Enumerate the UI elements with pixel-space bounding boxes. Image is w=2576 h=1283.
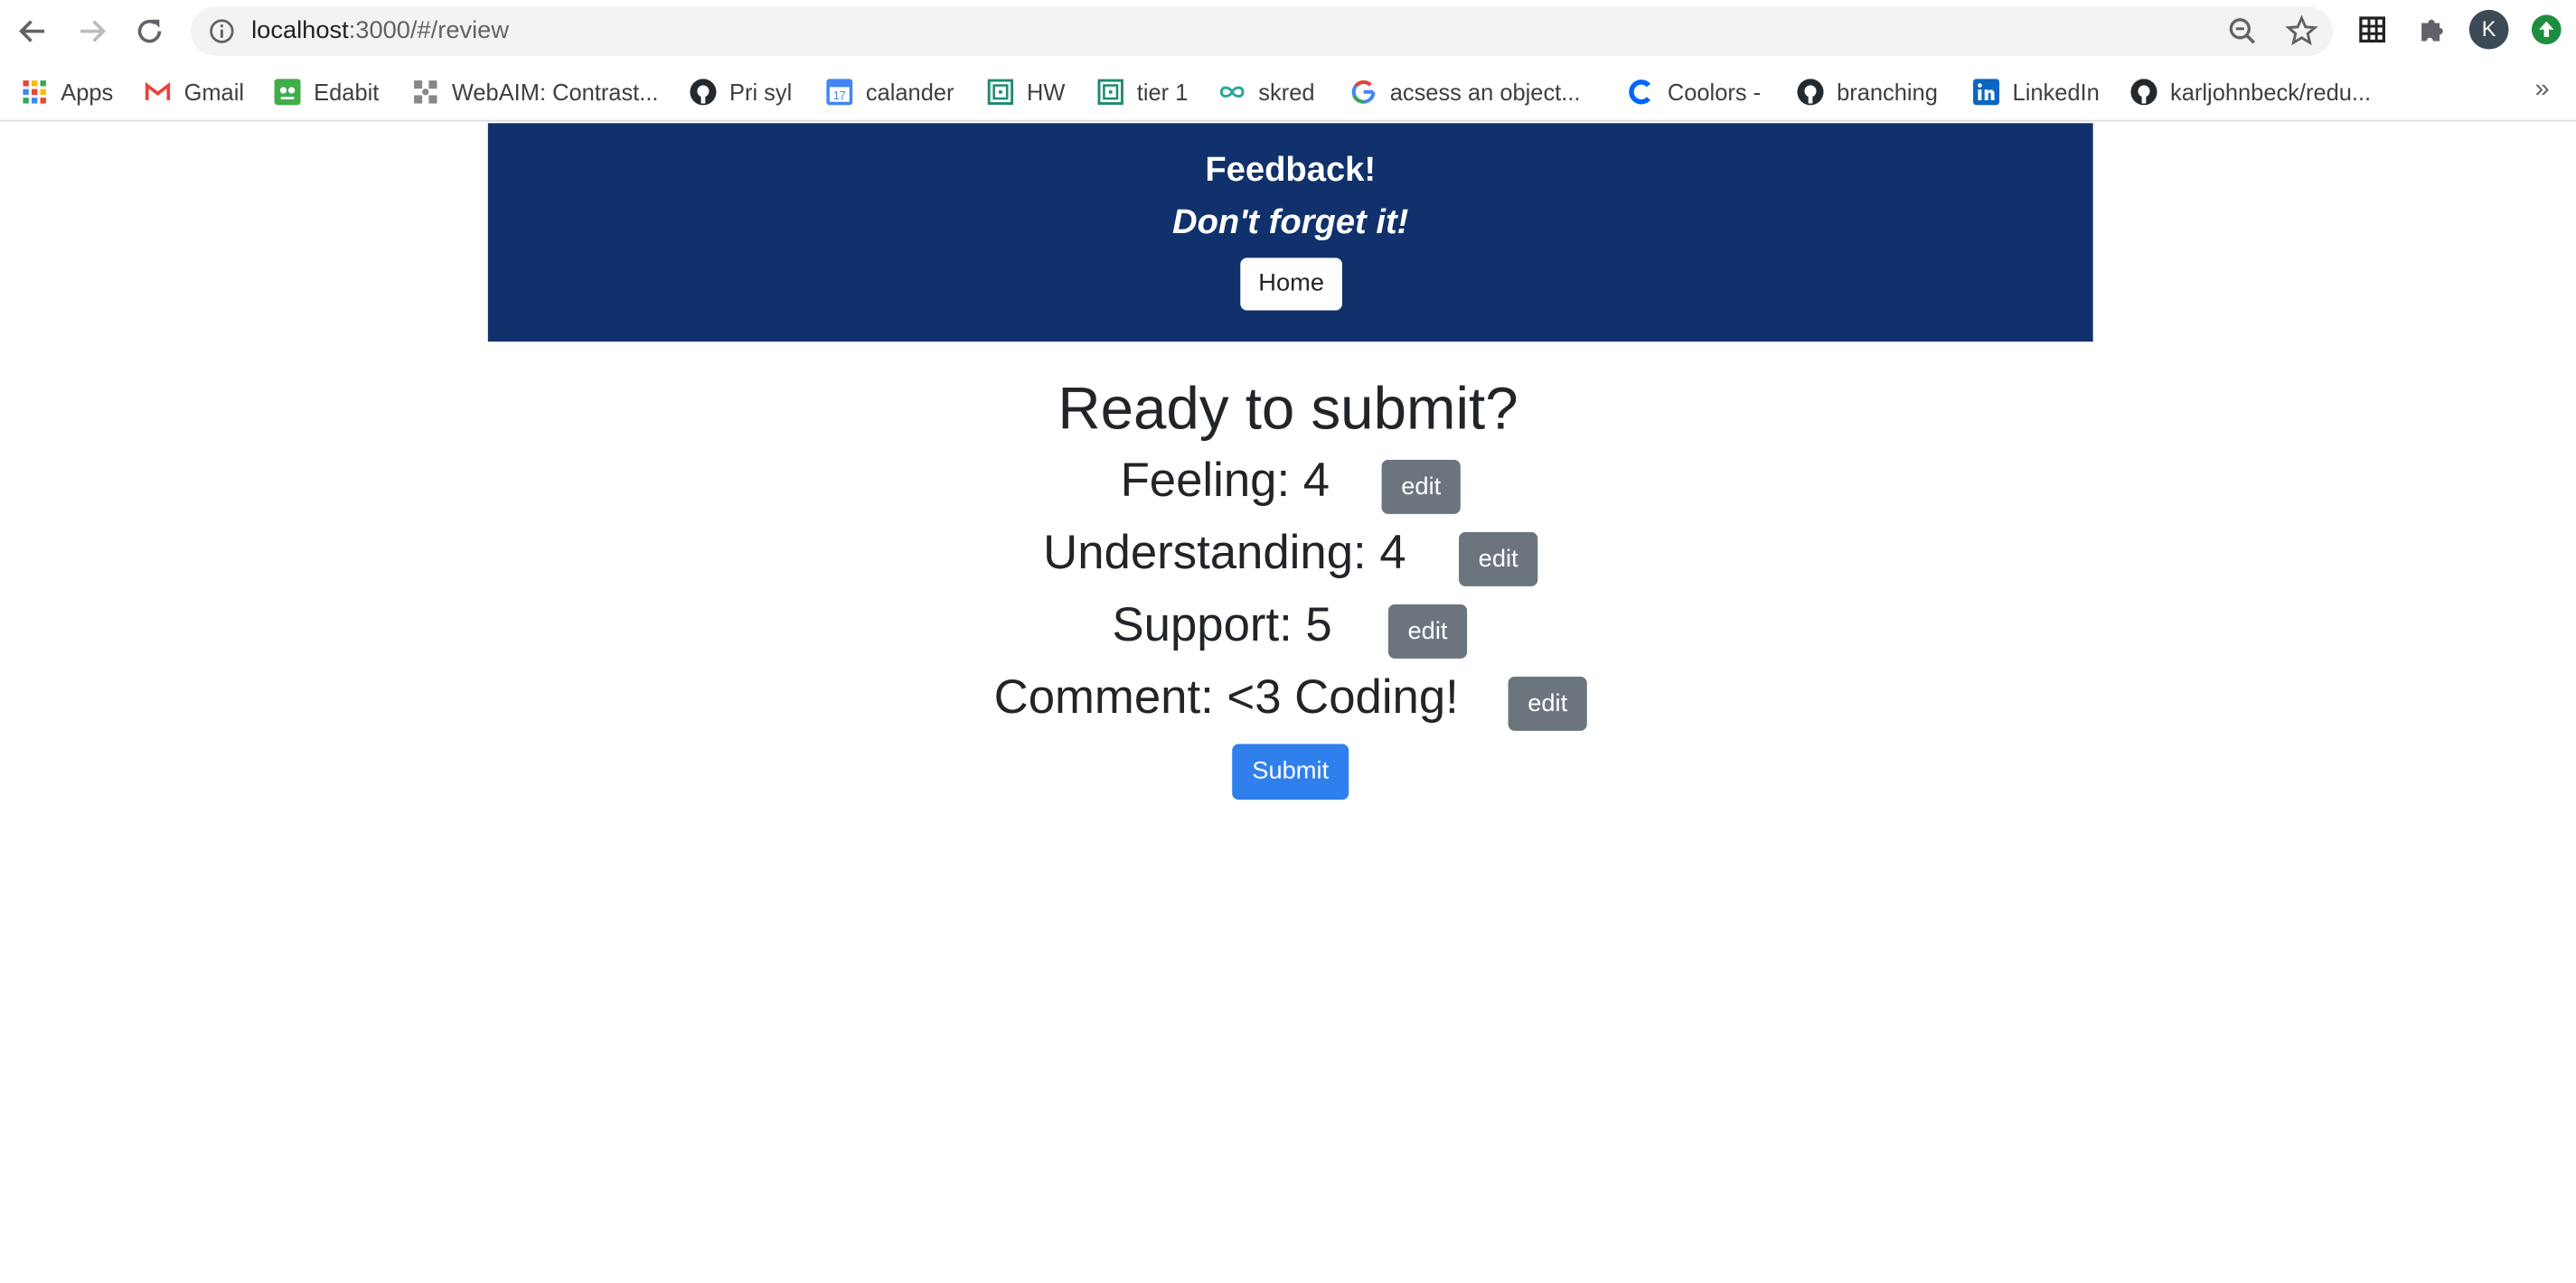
profile-avatar[interactable]: K	[2468, 9, 2509, 50]
forward-arrow-icon	[80, 20, 107, 42]
edabit-icon	[274, 79, 301, 106]
edit-feeling-button[interactable]: edit	[1381, 459, 1461, 514]
extensions-puzzle-icon[interactable]	[2415, 14, 2448, 46]
coolors-icon	[1628, 79, 1654, 105]
bookmarks-bar: Apps Gmail Edabit WebAIM: Contrast... Pr…	[0, 62, 2576, 122]
grid-extension-icon[interactable]	[2355, 14, 2388, 46]
review-title: Ready to submit?	[1058, 374, 1518, 442]
address-bar[interactable]: localhost:3000/#/review	[190, 6, 2333, 56]
header-title: Feedback!	[1205, 151, 1377, 190]
edit-comment-button[interactable]: edit	[1508, 676, 1587, 731]
gmail-icon	[145, 79, 171, 105]
github-icon	[690, 79, 717, 106]
back-button[interactable]	[14, 12, 53, 52]
forward-button[interactable]	[72, 12, 112, 52]
update-icon[interactable]	[2531, 14, 2562, 45]
github-icon	[2130, 79, 2158, 106]
bookmark-karljohnbeck-redu[interactable]: karljohnbeck/redu...	[2130, 62, 2371, 121]
calendar-icon: 17	[826, 79, 853, 106]
svg-text:17: 17	[833, 89, 846, 102]
reload-icon	[137, 19, 162, 43]
bookmark-pri-syl[interactable]: Pri syl	[690, 62, 792, 121]
bookmark-tier-1[interactable]: tier 1	[1097, 62, 1188, 121]
bookmark-linkedin[interactable]: LinkedIn	[1972, 62, 2100, 121]
linkedin-icon	[1972, 79, 2000, 106]
webaim-icon	[412, 79, 438, 105]
app-header: Feedback! Don't forget it! Home	[487, 123, 2093, 342]
app-page: Feedback! Don't forget it! Home Ready to…	[0, 123, 2576, 1282]
bookmark-calander[interactable]: 17 calander	[826, 62, 954, 121]
bookmark-edabit[interactable]: Edabit	[274, 62, 379, 121]
bookmark-coolors[interactable]: Coolors -	[1628, 62, 1761, 121]
understanding-value: Understanding: 4	[1043, 527, 1406, 580]
bookmark-gmail[interactable]: Gmail	[145, 62, 244, 121]
maze-icon	[987, 79, 1014, 105]
bookmark-hw[interactable]: HW	[987, 62, 1065, 121]
bookmark-acsess-an-object[interactable]: acsess an object...	[1350, 62, 1580, 121]
edit-support-button[interactable]: edit	[1387, 604, 1468, 659]
home-button[interactable]: Home	[1240, 258, 1342, 311]
bookmark-branching[interactable]: branching	[1797, 62, 1938, 121]
maze-icon	[1097, 79, 1123, 105]
comment-value: Comment: <3 Coding!	[993, 671, 1459, 725]
header-tagline: Don't forget it!	[1172, 203, 1409, 242]
github-icon	[1797, 79, 1824, 106]
more-bookmarks-chevron-icon[interactable]: »	[2535, 76, 2550, 106]
browser-toolbar: localhost:3000/#/review K	[0, 0, 2576, 63]
google-icon	[1350, 79, 1377, 105]
bookmark-skred[interactable]: skred	[1219, 62, 1315, 121]
submit-button[interactable]: Submit	[1232, 744, 1349, 801]
infinity-icon	[1219, 79, 1246, 105]
support-value: Support: 5	[1112, 599, 1332, 652]
bookmark-webaim[interactable]: WebAIM: Contrast...	[412, 62, 658, 121]
bookmark-star-icon[interactable]	[2285, 14, 2318, 47]
zoom-icon[interactable]	[2228, 16, 2258, 46]
reload-button[interactable]	[130, 12, 170, 52]
bookmark-apps[interactable]: Apps	[22, 62, 113, 121]
back-arrow-icon	[19, 20, 45, 42]
url-text[interactable]: localhost:3000/#/review	[251, 16, 509, 44]
apps-grid-icon	[22, 79, 48, 105]
feeling-value: Feeling: 4	[1120, 454, 1330, 508]
site-info-icon[interactable]	[209, 18, 235, 44]
edit-understanding-button[interactable]: edit	[1459, 531, 1538, 586]
